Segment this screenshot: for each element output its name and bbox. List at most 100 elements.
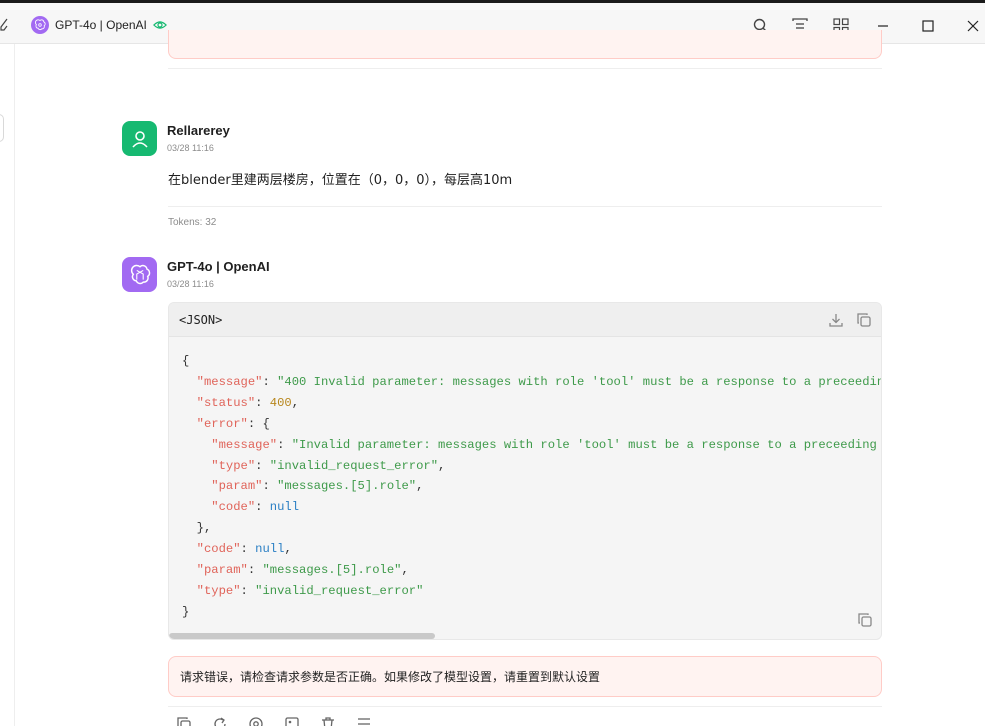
code-token: 400: [269, 395, 292, 410]
json-code: { "message": "400 Invalid parameter: mes…: [169, 337, 881, 623]
code-token: "Invalid parameter: messages with role '…: [291, 437, 882, 452]
openai-logo-icon: [130, 264, 150, 284]
code-block-header: <JSON>: [169, 303, 881, 337]
code-token: }: [182, 604, 190, 619]
code-token: ,: [401, 563, 409, 578]
image-icon[interactable]: [284, 716, 300, 726]
code-token: "message": [211, 437, 278, 452]
message-actions: [176, 716, 372, 726]
message-divider: [168, 706, 882, 707]
code-token: "invalid_request_error": [255, 583, 424, 598]
code-token: "code": [211, 500, 256, 515]
code-token: ,: [284, 542, 292, 557]
mention-icon[interactable]: [248, 716, 264, 726]
edit-icon[interactable]: [0, 18, 8, 32]
more-icon[interactable]: [356, 716, 372, 726]
maximize-icon[interactable]: [919, 17, 937, 35]
user-timestamp: 03/28 11:16: [167, 143, 214, 153]
assistant-name: GPT-4o | OpenAI: [167, 259, 270, 274]
code-line: "message": "Invalid parameter: messages …: [182, 435, 881, 456]
horizontal-scrollbar[interactable]: [169, 633, 435, 639]
code-line: "param": "messages.[5].role",: [182, 560, 881, 581]
sidebar-toggle[interactable]: [0, 114, 4, 142]
code-line: "message": "400 Invalid parameter: messa…: [182, 372, 881, 393]
user-icon: [131, 130, 148, 148]
refresh-icon[interactable]: [212, 716, 228, 726]
code-line: "error": {: [182, 414, 881, 435]
assistant-timestamp: 03/28 11:16: [167, 279, 214, 289]
code-token: ,: [416, 479, 424, 494]
code-token: "type": [196, 583, 241, 598]
assistant-avatar[interactable]: [122, 257, 157, 292]
code-token: "status": [196, 395, 256, 410]
code-token: :: [262, 374, 278, 389]
code-token: "param": [211, 479, 263, 494]
model-label: GPT-4o | OpenAI: [55, 18, 147, 32]
code-token: "messages.[5].role": [277, 479, 417, 494]
code-token: null: [255, 542, 285, 557]
code-token: "type": [211, 458, 256, 473]
copy-icon[interactable]: [856, 312, 872, 328]
close-icon[interactable]: [964, 17, 982, 35]
code-line: {: [182, 351, 881, 372]
code-line: "code": null: [182, 497, 881, 518]
code-token: "error": [196, 416, 248, 431]
code-token: :: [277, 437, 292, 452]
copy-icon[interactable]: [857, 612, 873, 628]
code-token: :: [240, 542, 256, 557]
code-line: "param": "messages.[5].role",: [182, 476, 881, 497]
user-name: Rellarerey: [167, 123, 230, 138]
user-message-text: 在blender里建两层楼房，位置在（0，0，0），每层高10m: [168, 173, 513, 188]
code-token: :: [262, 479, 278, 494]
message-divider: [168, 206, 882, 207]
eye-icon: [152, 21, 167, 29]
model-selector[interactable]: GPT-4o | OpenAI: [31, 16, 167, 34]
message-divider: [168, 68, 882, 69]
code-language-label: <JSON>: [179, 313, 223, 327]
code-line: "type": "invalid_request_error": [182, 581, 881, 602]
code-token: "param": [196, 563, 248, 578]
code-line: "status": 400,: [182, 393, 881, 414]
code-token: : {: [247, 416, 270, 431]
code-token: "code": [196, 542, 241, 557]
code-block: <JSON> { "message": "400 Invalid paramet…: [168, 302, 882, 640]
code-token: },: [182, 521, 212, 536]
code-token: "400 Invalid parameter: messages with ro…: [277, 374, 882, 389]
code-line: "type": "invalid_request_error",: [182, 456, 881, 477]
delete-icon[interactable]: [320, 716, 336, 726]
code-token: :: [240, 583, 256, 598]
token-count: Tokens: 32: [168, 217, 217, 228]
code-token: {: [182, 354, 190, 368]
code-token: :: [247, 563, 263, 578]
user-avatar[interactable]: [122, 121, 157, 156]
code-token: :: [255, 500, 270, 515]
copy-icon[interactable]: [176, 716, 192, 726]
code-token: :: [255, 395, 270, 410]
code-token: :: [255, 458, 270, 473]
openai-logo-icon: [31, 16, 49, 34]
code-line: },: [182, 518, 881, 539]
download-icon[interactable]: [828, 312, 844, 328]
error-message-text: 请求错误，请检查请求参数是否正确。如果修改了模型设置，请重置到默认设置: [180, 670, 601, 684]
code-token: "message": [196, 374, 263, 389]
code-token: "invalid_request_error": [269, 458, 439, 473]
code-token: ,: [438, 458, 446, 473]
code-line: }: [182, 602, 881, 623]
code-token: null: [269, 500, 300, 515]
code-line: "code": null,: [182, 539, 881, 560]
code-token: ,: [291, 395, 300, 410]
sidebar-collapsed: [0, 44, 15, 726]
previous-error-box: [168, 30, 882, 59]
error-message-box: 请求错误，请检查请求参数是否正确。如果修改了模型设置，请重置到默认设置: [168, 656, 882, 697]
code-token: "messages.[5].role": [262, 563, 402, 578]
